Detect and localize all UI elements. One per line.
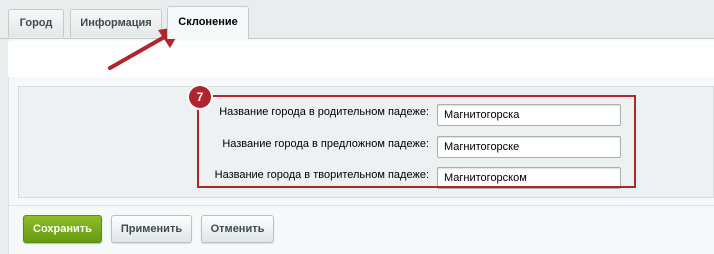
step-badge: 7 [189, 86, 211, 108]
prepositional-input[interactable] [437, 136, 621, 158]
cancel-button[interactable]: Отменить [201, 215, 274, 243]
apply-button[interactable]: Применить [111, 215, 192, 243]
declension-form: Название города в родительном падеже: На… [18, 86, 714, 198]
tab-declension[interactable]: Склонение [167, 6, 249, 39]
form-row-instrumental: Название города в творительном падеже: [19, 165, 713, 189]
genitive-input[interactable] [437, 104, 621, 126]
form-row-genitive: Название города в родительном падеже: [19, 102, 713, 126]
genitive-label: Название города в родительном падеже: [219, 106, 429, 118]
tab-info[interactable]: Информация [70, 9, 162, 37]
prepositional-label: Название города в предложном падеже: [222, 138, 429, 150]
save-button[interactable]: Сохранить [23, 215, 102, 243]
tab-city[interactable]: Город [8, 9, 64, 37]
form-row-prepositional: Название города в предложном падеже: [19, 134, 713, 158]
instrumental-label: Название города в творительном падеже: [214, 169, 429, 181]
footer-divider [8, 205, 714, 206]
tab-bar: Город Информация Склонение [0, 0, 714, 39]
instrumental-input[interactable] [437, 167, 621, 189]
content-header-area [8, 41, 714, 77]
